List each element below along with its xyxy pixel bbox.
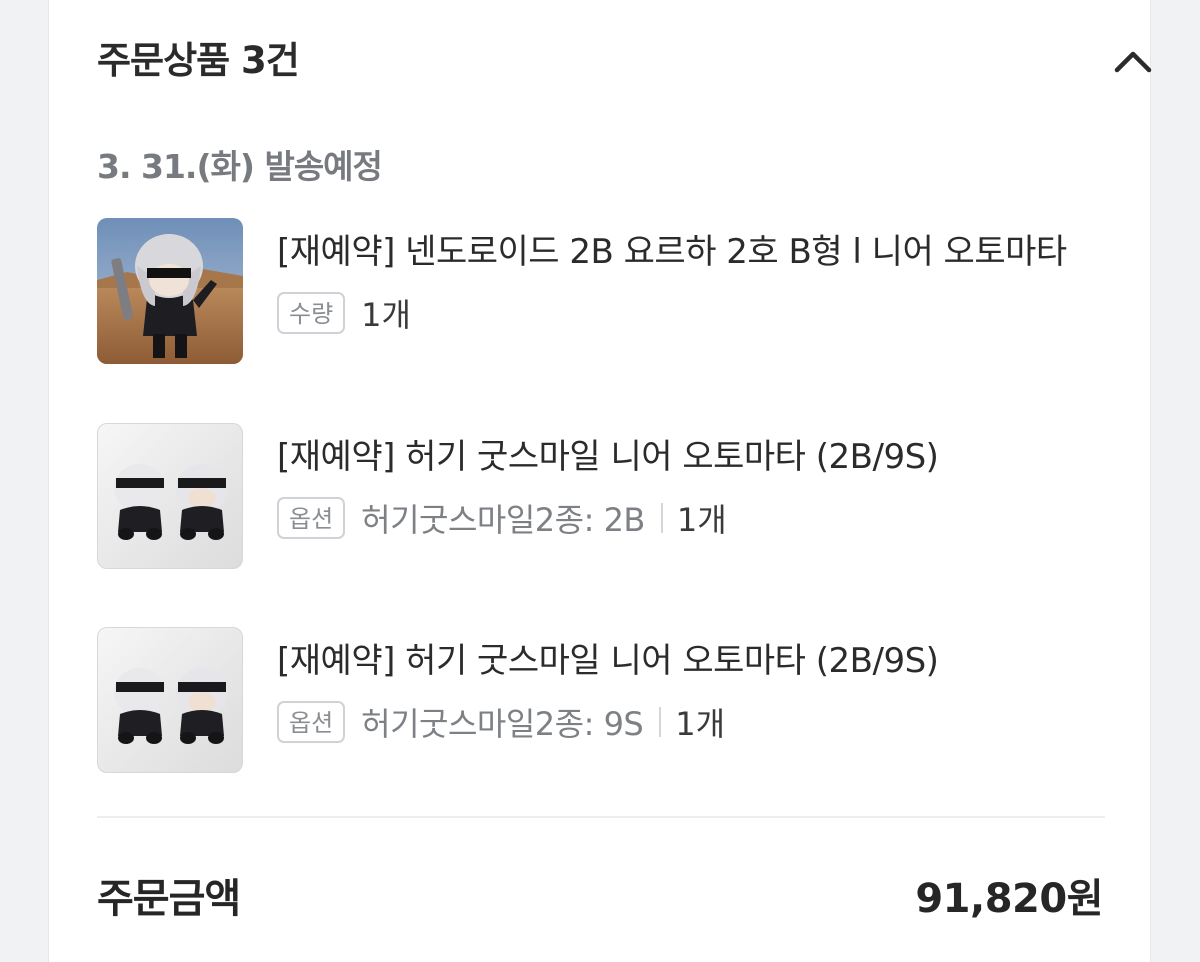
product-quantity: 1개 (676, 501, 727, 539)
total-amount: 91,820원 (915, 876, 1103, 922)
product-quantity: 1개 (361, 296, 411, 334)
order-item[interactable]: [재예약] 넨도로이드 2B 요르하 2호 B형 l 니어 오토마타 수량 1개 (97, 218, 1107, 366)
order-items-card: 주문상품 3건 3. 31.(화) 발송예정 [재예약] 넨도로이드 2B 요르… (48, 0, 1152, 962)
product-option: 허기굿스마일2종: 2B (361, 501, 645, 539)
order-item[interactable]: [재예약] 허기 굿스마일 니어 오토마타 (2B/9S) 옵션 허기굿스마일2… (97, 627, 1107, 775)
product-meta: 수량 1개 (277, 290, 411, 336)
shipping-date: 3. 31.(화) 발송예정 (97, 147, 383, 186)
meta-separator (659, 707, 662, 737)
product-name[interactable]: [재예약] 허기 굿스마일 니어 오토마타 (2B/9S) (277, 633, 1107, 682)
hugsy-2b-9s-image (114, 668, 228, 744)
meta-separator (660, 503, 663, 533)
product-quantity: 1개 (675, 705, 726, 743)
nendoroid-2b-figure-image (97, 218, 243, 364)
option-tag: 옵션 (277, 701, 346, 743)
product-name[interactable]: [재예약] 허기 굿스마일 니어 오토마타 (2B/9S) (277, 429, 1107, 478)
total-label: 주문금액 (97, 876, 241, 922)
order-items-title: 주문상품 3건 (97, 39, 300, 82)
chevron-up-icon (1114, 51, 1152, 73)
product-name[interactable]: [재예약] 넨도로이드 2B 요르하 2호 B형 l 니어 오토마타 (277, 224, 1107, 273)
product-thumbnail[interactable] (97, 627, 243, 773)
product-meta: 옵션 허기굿스마일2종: 9S 1개 (277, 699, 725, 745)
option-tag: 옵션 (277, 497, 346, 539)
product-thumbnail[interactable] (97, 218, 243, 364)
collapse-button[interactable] (1107, 38, 1159, 84)
summary-divider (97, 816, 1105, 818)
order-item[interactable]: [재예약] 허기 굿스마일 니어 오토마타 (2B/9S) 옵션 허기굿스마일2… (97, 423, 1107, 571)
hugsy-2b-9s-image (114, 464, 228, 540)
quantity-tag: 수량 (277, 292, 346, 334)
product-option: 허기굿스마일2종: 9S (361, 705, 644, 743)
product-thumbnail[interactable] (97, 423, 243, 569)
product-meta: 옵션 허기굿스마일2종: 2B 1개 (277, 495, 727, 541)
